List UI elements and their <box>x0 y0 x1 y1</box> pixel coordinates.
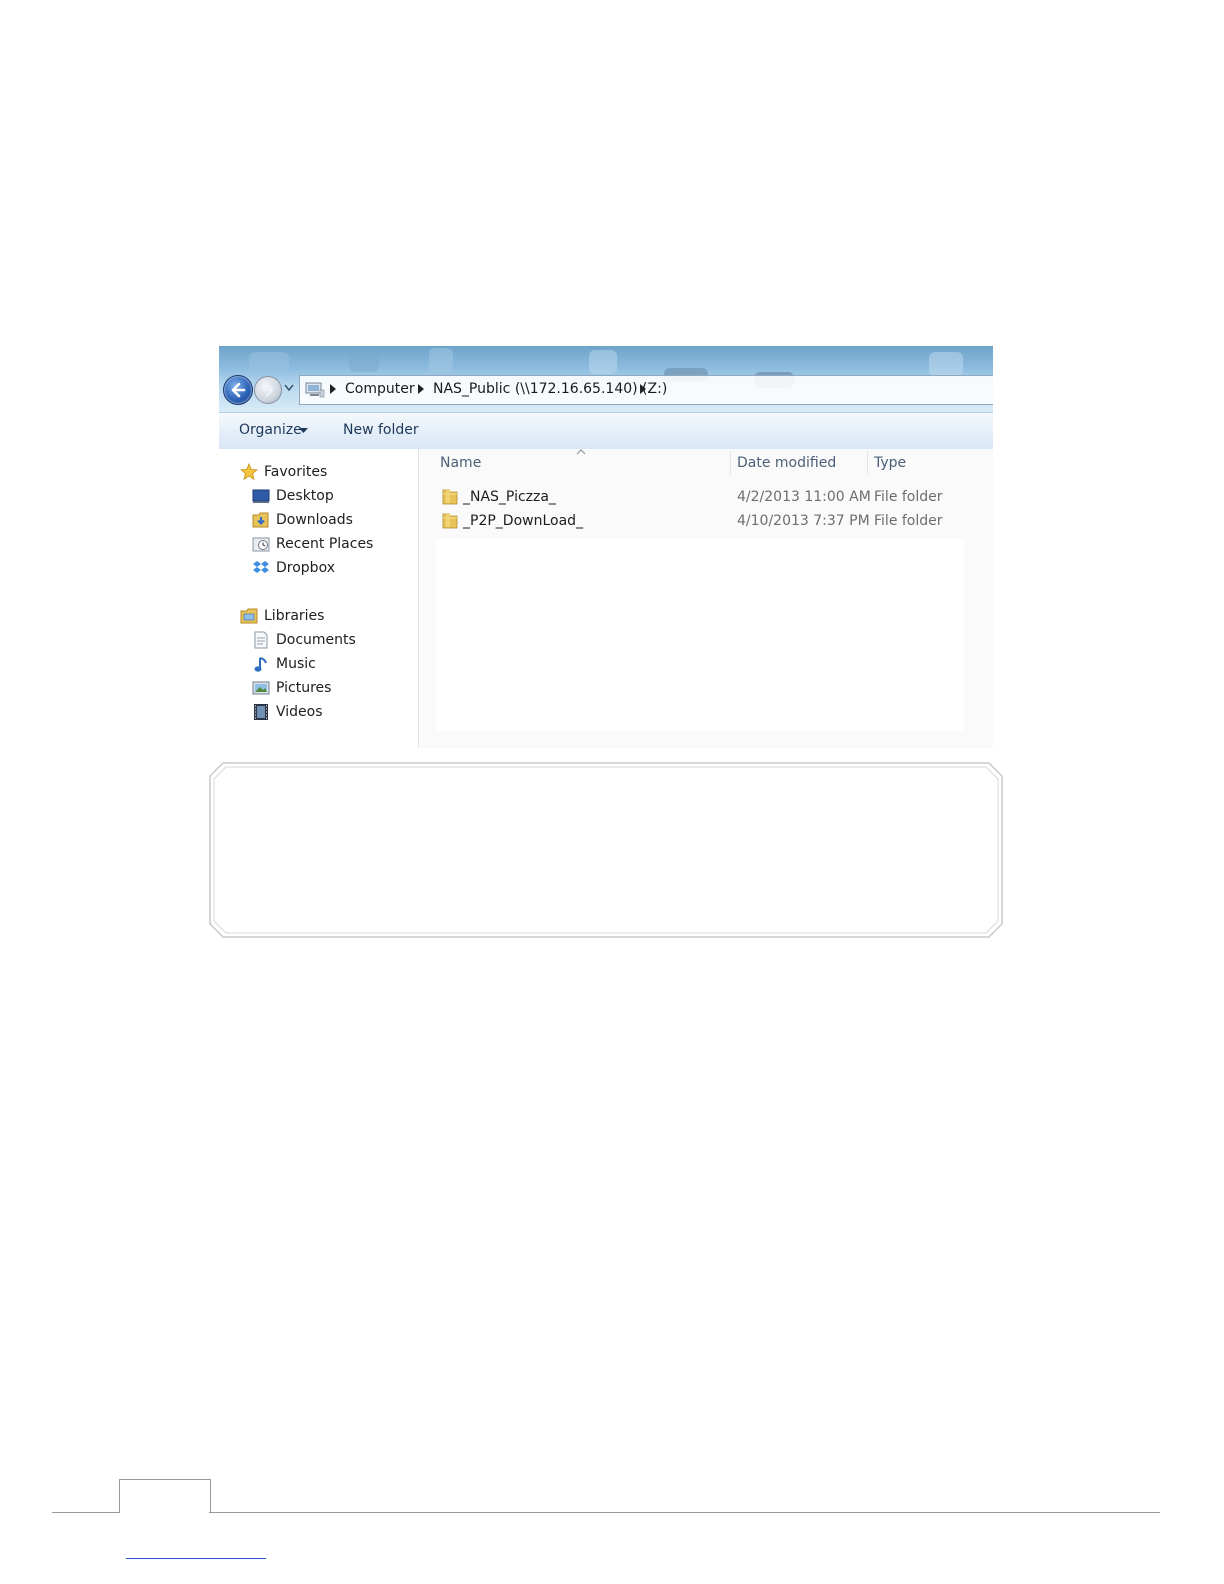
breadcrumb-chevron-icon[interactable] <box>330 384 336 394</box>
file-type: File folder <box>874 513 943 529</box>
footer-rule <box>52 1512 119 1513</box>
nav-item-videos[interactable]: Videos <box>251 701 323 723</box>
recent-pages-dropdown-icon[interactable] <box>284 384 294 392</box>
breadcrumb-nas-public[interactable]: NAS_Public (\\172.16.65.140) (Z:) <box>433 381 667 397</box>
forward-button[interactable] <box>254 376 282 404</box>
downloads-icon <box>251 511 271 529</box>
nav-favorites[interactable]: Favorites <box>239 461 327 483</box>
file-row[interactable]: _NAS_Piczza_ 4/2/2013 11:00 AM File fold… <box>419 487 979 509</box>
footer-rule <box>209 1512 1160 1513</box>
nav-item-label: Music <box>276 656 316 672</box>
file-list-pane: Name Date modified Type _NAS_Piczza_ 4/2… <box>419 449 993 748</box>
breadcrumb-chevron-icon[interactable] <box>418 384 424 394</box>
nav-item-music[interactable]: Music <box>251 653 316 675</box>
address-bar[interactable]: Computer NAS_Public (\\172.16.65.140) (Z… <box>299 375 993 405</box>
column-header-date-modified[interactable]: Date modified <box>737 455 836 471</box>
forward-arrow-icon <box>261 383 274 397</box>
nav-item-pictures[interactable]: Pictures <box>251 677 331 699</box>
music-icon <box>251 655 271 673</box>
column-header-type[interactable]: Type <box>874 455 906 471</box>
organize-dropdown-icon[interactable] <box>299 428 308 434</box>
command-bar: Organize New folder <box>219 412 993 450</box>
back-arrow-icon <box>231 382 246 398</box>
star-icon <box>239 463 259 481</box>
documents-icon <box>251 631 271 649</box>
nav-libraries-label: Libraries <box>264 608 325 624</box>
nav-item-downloads[interactable]: Downloads <box>251 509 353 531</box>
nav-favorites-label: Favorites <box>264 464 328 480</box>
organize-button[interactable]: Organize <box>239 422 302 438</box>
file-type: File folder <box>874 489 943 505</box>
pictures-icon <box>251 679 271 697</box>
file-row[interactable]: _P2P_DownLoad_ 4/10/2013 7:37 PM File fo… <box>419 511 979 533</box>
nav-item-label: Dropbox <box>276 560 335 576</box>
new-folder-button[interactable]: New folder <box>343 422 419 438</box>
desktop-icon <box>251 487 271 505</box>
nav-item-desktop[interactable]: Desktop <box>251 485 334 507</box>
navigation-pane: Favorites Desktop Downloads Recent Place… <box>219 449 419 748</box>
videos-icon <box>251 703 271 721</box>
nav-item-recent-places[interactable]: Recent Places <box>251 533 373 555</box>
recent-places-icon <box>251 535 271 553</box>
column-divider[interactable] <box>730 451 731 475</box>
explorer-window: Computer NAS_Public (\\172.16.65.140) (Z… <box>219 346 993 748</box>
nav-item-documents[interactable]: Documents <box>251 629 356 651</box>
nav-item-label: Pictures <box>276 680 332 696</box>
nav-item-label: Videos <box>276 704 323 720</box>
nav-libraries[interactable]: Libraries <box>239 605 324 627</box>
libraries-icon <box>239 607 259 625</box>
column-divider[interactable] <box>867 451 868 475</box>
breadcrumb-computer[interactable]: Computer <box>345 381 415 397</box>
nav-item-dropbox[interactable]: Dropbox <box>251 557 335 579</box>
file-name: _NAS_Piczza_ <box>463 489 556 505</box>
address-area: Computer NAS_Public (\\172.16.65.140) (Z… <box>219 346 993 412</box>
file-list-empty-area[interactable] <box>436 539 964 731</box>
file-name: _P2P_DownLoad_ <box>463 513 584 529</box>
page-number-tab <box>119 1479 211 1513</box>
back-button[interactable] <box>223 375 253 405</box>
nav-item-label: Downloads <box>276 512 353 528</box>
file-date-modified: 4/10/2013 7:37 PM <box>737 513 870 529</box>
file-date-modified: 4/2/2013 11:00 AM <box>737 489 871 505</box>
nav-item-label: Documents <box>276 632 356 648</box>
sort-ascending-icon <box>576 449 586 455</box>
nav-item-label: Recent Places <box>276 536 374 552</box>
folder-icon <box>442 513 458 529</box>
breadcrumb-chevron-icon[interactable] <box>640 384 646 394</box>
nav-item-label: Desktop <box>276 488 334 504</box>
computer-icon <box>305 382 325 398</box>
column-header-name[interactable]: Name <box>440 455 481 471</box>
footer-link-underline[interactable] <box>126 1558 266 1559</box>
folder-icon <box>442 489 458 505</box>
note-box <box>209 762 1003 938</box>
dropbox-icon <box>251 559 271 577</box>
